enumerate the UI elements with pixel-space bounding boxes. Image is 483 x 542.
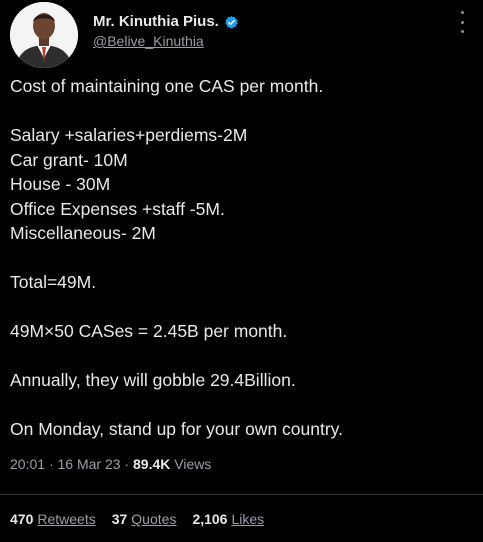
verified-badge-icon [224, 15, 239, 30]
tweet-text: Cost of maintaining one CAS per month. S… [10, 74, 475, 442]
views-count: 89.4K [133, 456, 171, 472]
tweet-time[interactable]: 20:01 [10, 456, 45, 472]
retweets-label: Retweets [37, 511, 96, 527]
meta-separator: · [124, 456, 130, 472]
quotes-count: 37 [111, 511, 128, 527]
likes-label: Likes [231, 511, 265, 527]
avatar[interactable] [10, 2, 78, 68]
quotes-label: Quotes [131, 511, 177, 527]
tweet-stats: 470 Retweets 37 Quotes 2,106 Likes [10, 511, 264, 527]
tweet-line: Car grant- 10M [10, 149, 128, 170]
more-dot-icon [460, 20, 464, 24]
author-handle[interactable]: @Belive_Kinuthia [93, 32, 239, 50]
tweet-line: Miscellaneous- 2M [10, 223, 156, 243]
tweet-line: On Monday, stand up for your own country… [10, 419, 343, 439]
quotes-stat[interactable]: 37 Quotes [112, 511, 177, 527]
tweet-line: Total=49M. [10, 272, 97, 292]
avatar-portrait-icon [10, 2, 78, 68]
more-dot-icon [460, 30, 464, 33]
tweet-line: 49M×50 CASes = 2.45B per month. [10, 321, 288, 341]
tweet-date[interactable]: 16 Mar 23 [58, 456, 121, 472]
tweet-header: Mr. Kinuthia Pius. @Belive_Kinuthia [10, 2, 473, 68]
author-display-name[interactable]: Mr. Kinuthia Pius. [93, 13, 219, 31]
author-identity: Mr. Kinuthia Pius. @Belive_Kinuthia [93, 13, 239, 50]
retweets-count: 470 [10, 511, 34, 527]
tweet-line: Annually, they will gobble 29.4Billion. [10, 370, 296, 390]
likes-count: 2,106 [192, 511, 228, 527]
likes-stat[interactable]: 2,106 Likes [192, 511, 264, 527]
tweet-meta: 20:01 · 16 Mar 23 · 89.4K Views [10, 456, 211, 472]
tweet-line: Salary +salaries+perdiems-2M [10, 125, 248, 145]
tweet-line: Cost of maintaining one CAS per month. [10, 76, 324, 96]
meta-separator: · [48, 456, 54, 472]
retweets-stat[interactable]: 470 Retweets [10, 511, 96, 527]
views-label: Views [174, 456, 212, 472]
tweet-line: Office Expenses +staff -5M. [10, 198, 225, 219]
more-options-button[interactable] [459, 11, 465, 33]
tweet-line: House - 30M [10, 174, 111, 194]
divider [0, 494, 483, 495]
author-name-row: Mr. Kinuthia Pius. [93, 13, 239, 31]
more-dot-icon [460, 11, 464, 14]
